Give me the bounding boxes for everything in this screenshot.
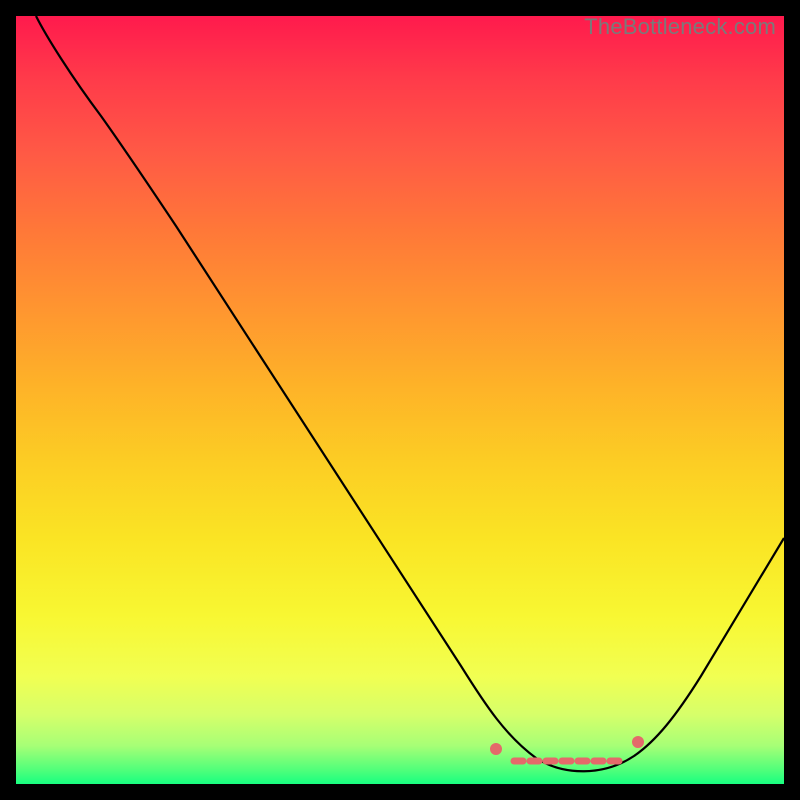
dash-endpoint-left (490, 743, 502, 755)
dash-endpoint-right (632, 736, 644, 748)
main-curve (36, 16, 784, 771)
chart-overlay-svg (16, 16, 784, 784)
chart-frame: TheBottleneck.com (16, 16, 784, 784)
